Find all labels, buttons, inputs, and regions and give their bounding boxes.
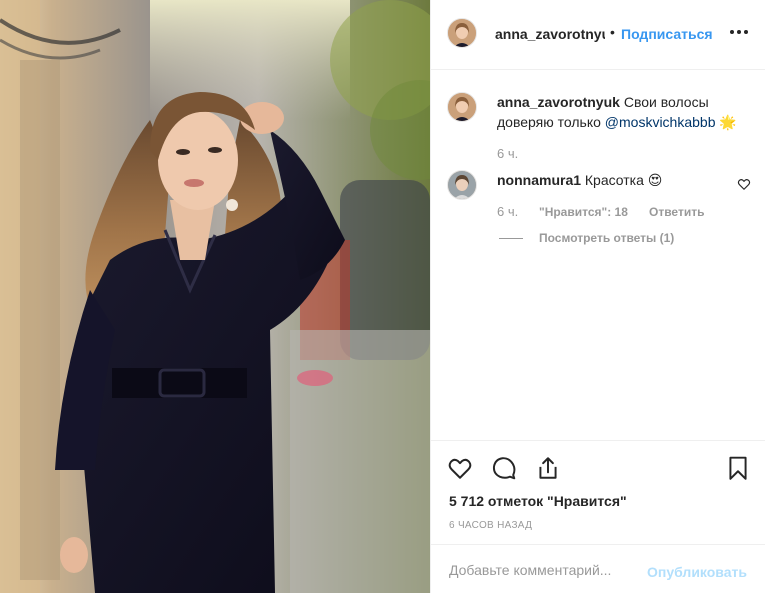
post-header: anna_zavorotnyuk • Подписаться	[431, 0, 765, 70]
caption-text: anna_zavorotnyuk Свои волосы доверяю тол…	[497, 92, 757, 132]
comment-emoji: 😍	[647, 172, 663, 188]
comment-timestamp[interactable]: 6 ч.	[497, 204, 518, 219]
publish-button[interactable]: Опубликовать	[647, 564, 747, 580]
post-date[interactable]: 6 ЧАСОВ НАЗАД	[449, 520, 532, 531]
commenter-username[interactable]: nonnamura1	[497, 172, 581, 188]
view-replies-button[interactable]: Посмотреть ответы (1)	[539, 231, 674, 245]
more-options-icon[interactable]	[727, 20, 751, 44]
action-bar	[431, 440, 765, 484]
caption-username[interactable]: anna_zavorotnyuk	[497, 94, 620, 110]
comments-section: anna_zavorotnyuk Свои волосы доверяю тол…	[431, 70, 765, 440]
author-avatar[interactable]	[447, 18, 477, 48]
bookmark-icon[interactable]	[725, 455, 751, 481]
caption-author-avatar[interactable]	[447, 92, 477, 122]
caption-mention-link[interactable]: @moskvichkabbb	[605, 114, 716, 130]
comment-likes-count[interactable]: "Нравится": 18	[539, 205, 628, 219]
likes-count[interactable]: 5 712 отметок "Нравится"	[449, 493, 627, 509]
post-photo-image	[0, 0, 430, 593]
share-icon[interactable]	[535, 455, 561, 481]
comment-input[interactable]	[449, 562, 649, 578]
commenter-avatar[interactable]	[447, 170, 477, 200]
commenter-avatar-image	[448, 171, 476, 199]
header-separator: •	[610, 24, 615, 40]
author-avatar-image	[448, 19, 476, 47]
post-side-panel: anna_zavorotnyuk • Подписаться anna_zavo…	[430, 0, 765, 593]
replies-divider	[499, 238, 523, 239]
follow-button[interactable]: Подписаться	[621, 26, 713, 42]
comment-icon[interactable]	[491, 455, 517, 481]
author-username[interactable]: anna_zavorotnyuk	[495, 26, 605, 42]
comment-body: Красотка	[584, 172, 644, 188]
post-photo[interactable]	[0, 0, 430, 593]
heart-icon[interactable]	[447, 455, 473, 481]
caption-timestamp[interactable]: 6 ч.	[497, 146, 518, 161]
comment-like-icon[interactable]	[737, 177, 751, 191]
comment-reply-button[interactable]: Ответить	[649, 205, 704, 219]
add-comment-bar: Опубликовать	[431, 544, 765, 593]
comment-text: nonnamura1 Красотка 😍	[497, 170, 727, 190]
caption-emoji: 🌟	[719, 114, 737, 130]
caption-avatar-image	[448, 93, 476, 121]
